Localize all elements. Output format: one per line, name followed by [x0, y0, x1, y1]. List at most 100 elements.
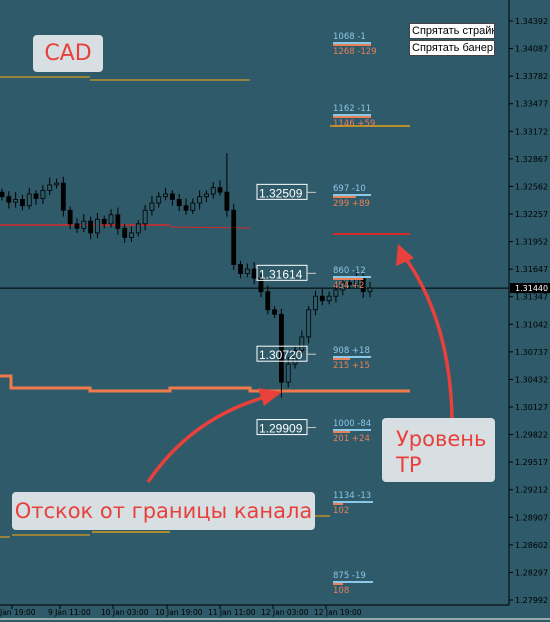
y-tick-label: 1.33477	[515, 100, 548, 109]
stat-blue: 697 -10	[333, 184, 366, 194]
candle-body	[74, 223, 80, 229]
cad-annotation: CAD	[33, 35, 103, 72]
candle-body	[47, 184, 53, 191]
candle-body	[142, 209, 148, 225]
candle-body	[54, 182, 59, 186]
x-tick-label: 12 Jan 19:00	[314, 608, 362, 617]
candle-body	[176, 199, 182, 207]
stat-bar-orange	[333, 116, 371, 118]
candle-body	[163, 193, 168, 198]
hide-banner-button[interactable]: Спрятать банер	[409, 40, 495, 56]
candle-body	[367, 287, 373, 293]
candle-body	[13, 199, 19, 203]
candle-body	[244, 268, 250, 274]
y-tick-label: 1.28602	[515, 541, 548, 550]
stat-bar-orange	[333, 583, 343, 585]
candle-body	[285, 363, 291, 383]
stat-bar-orange	[333, 431, 351, 433]
strike-label: 1.31614	[259, 267, 303, 281]
stat-bar-blue	[333, 429, 371, 431]
tp-annotation: Уровень TP	[382, 418, 495, 482]
y-tick-label: 1.32562	[515, 182, 548, 191]
x-tick-label: 10 Jan 03:00	[101, 608, 149, 617]
candle-body	[60, 182, 66, 211]
y-tick-label: 1.31347	[515, 293, 548, 302]
y-tick-label: 1.30737	[515, 348, 548, 357]
candle-body	[190, 202, 196, 211]
stat-bar-blue	[333, 356, 371, 358]
stat-blue: 908 +18	[333, 346, 370, 356]
candle-body	[40, 189, 46, 199]
candle-body	[26, 193, 32, 207]
y-tick-label: 1.30432	[515, 375, 548, 384]
stat-bar-blue	[333, 501, 373, 503]
stat-orange: 454 +2	[333, 281, 364, 291]
candle-body	[197, 196, 203, 204]
candle-body	[183, 205, 189, 211]
candle-body	[20, 199, 25, 207]
y-tick-label: 1.29212	[515, 486, 548, 495]
x-tick-label: Jan 19:00	[0, 608, 36, 617]
bounce-annotation: Отскок от границы канала	[12, 492, 315, 530]
stat-bar-blue	[333, 581, 373, 583]
strike-label: 1.29909	[259, 422, 303, 436]
stat-bar-orange	[333, 358, 351, 360]
stat-bar-orange	[333, 278, 364, 280]
strike-label: 1.30720	[259, 348, 303, 362]
y-tick-label: 1.33782	[515, 72, 548, 81]
candle-body	[319, 295, 325, 302]
candle-body	[122, 227, 128, 238]
candle-body	[306, 309, 312, 338]
stat-orange: 1268 -129	[333, 47, 377, 57]
candle-body	[101, 218, 107, 225]
stat-blue: 860 -12	[333, 266, 366, 276]
tp-annotation-line1: Уровень	[396, 427, 487, 451]
candle-body	[169, 193, 175, 200]
stat-orange: 1146 +59	[333, 119, 375, 129]
hide-strike-button[interactable]: Спрятать страйк	[409, 23, 495, 39]
candle-body	[129, 232, 134, 238]
y-tick-label: 1.31952	[515, 238, 548, 247]
candle-body	[135, 223, 141, 234]
stat-bar-orange	[333, 196, 356, 198]
stat-bar-blue	[333, 42, 371, 44]
x-tick-label: 11 Jan 11:00	[208, 608, 256, 617]
strike-label: 1.32509	[259, 186, 303, 200]
current-price-label: 1.31440	[515, 284, 548, 293]
stat-bar-blue	[333, 194, 371, 196]
candle-body	[81, 220, 87, 229]
y-tick-label: 1.32867	[515, 155, 548, 164]
stat-bar-orange	[333, 44, 371, 46]
y-tick-label: 1.32257	[515, 210, 548, 219]
y-tick-label: 1.29517	[515, 458, 548, 467]
y-tick-label: 1.30127	[515, 403, 548, 412]
y-tick-label: 1.27992	[515, 596, 548, 605]
candle-body	[6, 196, 12, 203]
tp-annotation-line2: TP	[396, 453, 422, 477]
candle-body	[0, 191, 5, 198]
stat-orange: 102	[333, 506, 349, 516]
y-tick-label: 1.28297	[515, 568, 548, 577]
stat-bar-blue	[333, 276, 371, 278]
candle-body	[224, 191, 230, 211]
candle-body	[115, 214, 121, 229]
x-tick-label: 9 Jan 11:00	[48, 608, 91, 617]
candle-body	[204, 193, 209, 198]
stat-blue: 1162 -11	[333, 104, 371, 114]
stat-orange: 201 +24	[333, 434, 370, 444]
candle-body	[149, 202, 155, 211]
y-tick-label: 1.28907	[515, 513, 548, 522]
candle-body	[265, 291, 271, 311]
y-tick-label: 1.33172	[515, 127, 548, 136]
candle-body	[217, 187, 223, 193]
stat-blue: 1068 -1	[333, 32, 366, 42]
candle-body	[95, 218, 100, 234]
candle-body	[108, 214, 114, 225]
stat-bar-orange	[333, 503, 343, 505]
candle-body	[238, 264, 243, 274]
y-tick-label: 1.34392	[515, 17, 548, 26]
y-tick-label: 1.31647	[515, 265, 548, 274]
stat-blue: 875 -19	[333, 571, 366, 581]
candle-body	[231, 209, 237, 265]
candle-body	[67, 209, 73, 225]
